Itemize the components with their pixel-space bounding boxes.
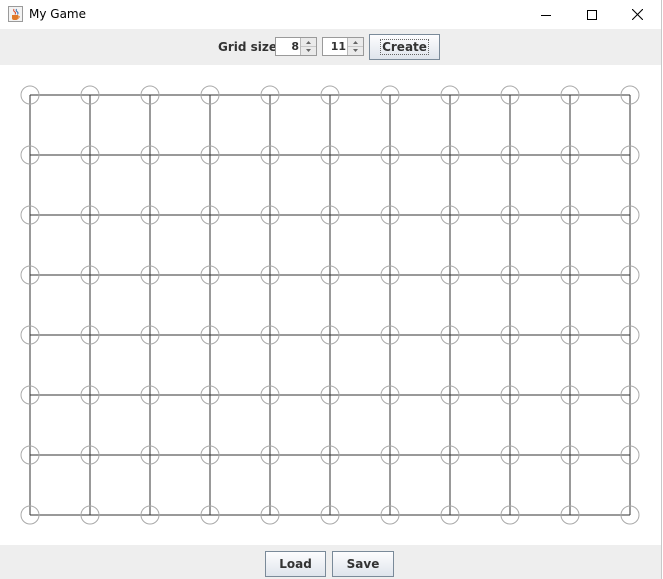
arrow-up-icon: [353, 40, 358, 44]
cols-value[interactable]: 11: [331, 40, 346, 53]
cols-spinner[interactable]: 11: [322, 37, 364, 56]
bottom-panel: Load Save: [0, 545, 661, 579]
rows-spinner[interactable]: 8: [275, 37, 317, 56]
arrow-down-icon: [353, 48, 358, 52]
maximize-button[interactable]: [569, 0, 615, 29]
cols-decrement-button[interactable]: [348, 46, 363, 54]
grid-size-label: Grid size:: [218, 40, 282, 54]
arrow-up-icon: [306, 40, 311, 44]
minimize-button[interactable]: [523, 0, 569, 29]
cols-spinner-arrows: [347, 38, 363, 55]
minimize-icon: [541, 14, 551, 16]
load-button-label: Load: [279, 557, 312, 571]
rows-value[interactable]: 8: [291, 40, 299, 53]
load-button[interactable]: Load: [265, 551, 326, 577]
save-button[interactable]: Save: [332, 551, 394, 577]
grid-canvas[interactable]: [0, 65, 661, 545]
app-window: My Game Grid size: 8 11 Create Load Save: [0, 0, 662, 579]
java-coffee-cup-icon: [8, 6, 23, 22]
create-button-label: Create: [380, 39, 429, 55]
close-button[interactable]: [614, 0, 660, 29]
game-board[interactable]: [0, 65, 661, 545]
rows-decrement-button[interactable]: [301, 46, 316, 54]
rows-spinner-arrows: [300, 38, 316, 55]
title-bar[interactable]: My Game: [0, 0, 661, 29]
window-title: My Game: [29, 7, 86, 21]
close-icon: [631, 9, 643, 20]
toolbar: Grid size: 8 11 Create: [0, 29, 661, 65]
maximize-icon: [587, 9, 597, 20]
save-button-label: Save: [346, 557, 380, 571]
create-button[interactable]: Create: [369, 34, 440, 60]
arrow-down-icon: [306, 48, 311, 52]
